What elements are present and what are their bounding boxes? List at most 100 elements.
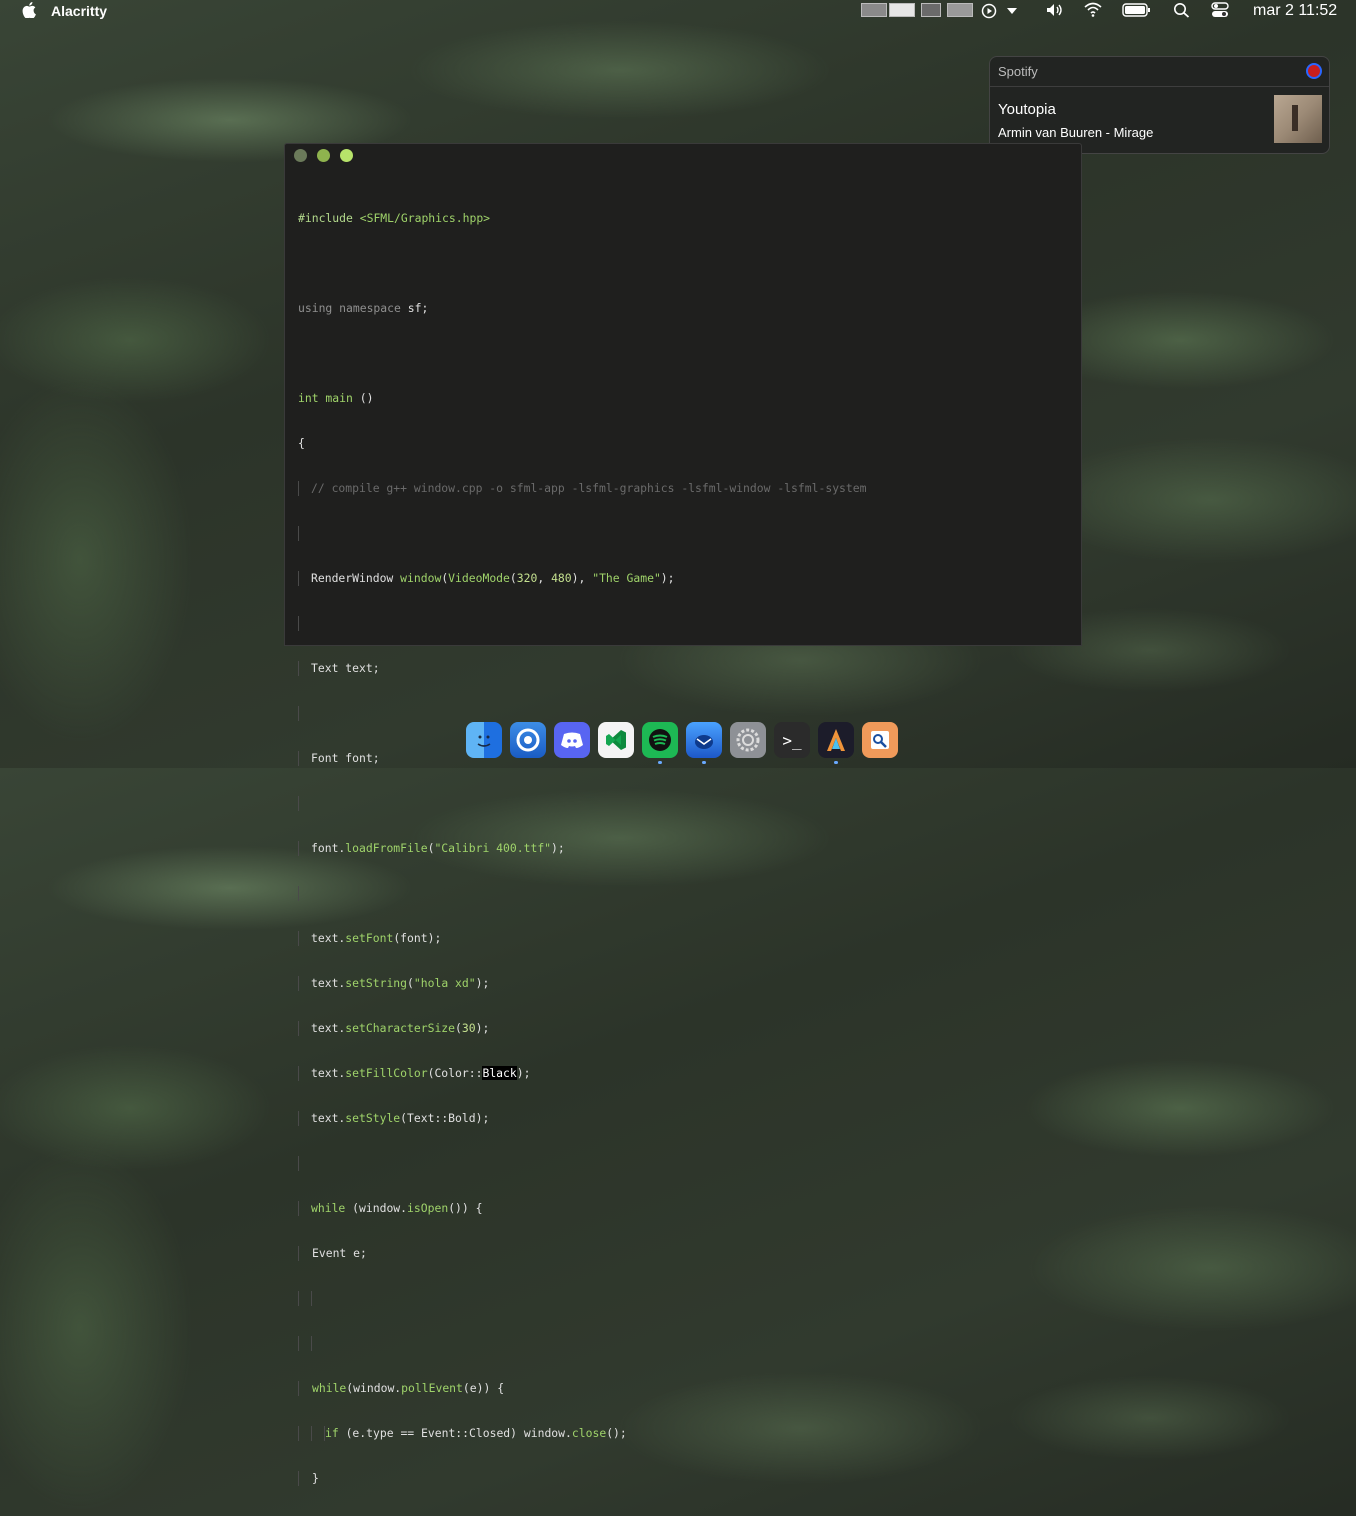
- notification-close-icon[interactable]: [1306, 63, 1322, 79]
- code-token: (e)) {: [462, 1381, 505, 1395]
- alacritty-icon[interactable]: [818, 722, 854, 764]
- code-token: window: [400, 571, 442, 585]
- code-token: setString: [345, 976, 408, 990]
- volume-icon[interactable]: [1045, 1, 1065, 22]
- code-token: Font font;: [311, 751, 380, 765]
- code-line: [298, 706, 866, 721]
- code-token: text.: [311, 1021, 346, 1035]
- code-token: ),: [571, 571, 593, 585]
- code-token: <SFML/Graphics.hpp>: [352, 211, 491, 225]
- code-line: [298, 526, 866, 541]
- zoom-window-button[interactable]: [340, 149, 353, 162]
- code-token: RenderWindow: [311, 571, 401, 585]
- code-line: {: [298, 436, 866, 451]
- notification-body: Armin van Buuren - Mirage: [998, 125, 1154, 140]
- code-token: Text text;: [311, 661, 380, 675]
- system-preferences-icon[interactable]: [730, 722, 766, 758]
- code-line: text.setFont(font);: [298, 931, 866, 946]
- finder-icon[interactable]: [466, 722, 502, 758]
- apple-icon[interactable]: [22, 2, 36, 21]
- wifi-icon[interactable]: [1084, 1, 1102, 22]
- notification-app-name: Spotify: [998, 64, 1038, 79]
- code-line: if (e.type == Event::Closed) window.clos…: [298, 1426, 866, 1441]
- workspace-1[interactable]: [861, 3, 887, 17]
- code-token: ,: [537, 571, 552, 585]
- code-token: while: [312, 1381, 347, 1395]
- code-line: text.setFillColor(Color::Black);: [298, 1066, 866, 1081]
- battery-icon[interactable]: [1122, 1, 1152, 22]
- code-token: text.: [311, 1066, 346, 1080]
- code-token: (: [455, 1021, 462, 1035]
- code-token: setStyle: [345, 1111, 401, 1125]
- workspace-2[interactable]: [889, 3, 915, 17]
- code-line: text.setString("hola xd");: [298, 976, 866, 991]
- code-line: Event e;: [298, 1246, 866, 1261]
- search-icon[interactable]: [1173, 1, 1191, 22]
- code-line: using namespace sf;: [298, 301, 866, 316]
- code-line: text.setStyle(Text::Bold);: [298, 1111, 866, 1126]
- thunderbird-icon[interactable]: [686, 722, 722, 764]
- code-token: }: [312, 1471, 319, 1485]
- code-token: VideoMode: [448, 571, 510, 585]
- code-token: ();: [606, 1426, 627, 1440]
- code-token: (: [509, 571, 517, 585]
- code-token: text.: [311, 931, 346, 945]
- media-play-icon[interactable]: [981, 1, 997, 22]
- code-token: (window.: [345, 1201, 408, 1215]
- code-token: while: [311, 1201, 346, 1215]
- code-token: Event e;: [312, 1246, 367, 1260]
- code-token: (: [407, 976, 414, 990]
- code-token: (: [427, 841, 435, 855]
- code-token: setCharacterSize: [345, 1021, 456, 1035]
- spotify-notification[interactable]: Spotify Youtopia Armin van Buuren - Mira…: [989, 56, 1330, 154]
- code-line: [298, 1291, 866, 1306]
- code-line: text.setCharacterSize(30);: [298, 1021, 866, 1036]
- alacritty-window[interactable]: #include <SFML/Graphics.hpp> using names…: [284, 143, 1082, 1486]
- active-app-name[interactable]: Alacritty: [51, 3, 107, 19]
- code-token: (window.: [346, 1381, 402, 1395]
- workspace-3[interactable]: [921, 3, 941, 17]
- chromium-icon[interactable]: [510, 722, 546, 758]
- code-token: pollEvent: [401, 1381, 463, 1395]
- code-line: // compile g++ window.cpp -o sfml-app -l…: [298, 481, 866, 496]
- workspace-indicator[interactable]: [861, 3, 975, 17]
- code-token: using namespace: [298, 301, 401, 315]
- code-token: setFillColor: [345, 1066, 428, 1080]
- code-token: "Calibri 400.ttf": [434, 841, 552, 855]
- notification-title: Youtopia: [998, 101, 1056, 118]
- workspace-4[interactable]: [947, 3, 973, 17]
- text-cursor-selection: Black: [482, 1066, 517, 1080]
- code-token: (font);: [393, 931, 442, 945]
- control-center-icon[interactable]: [1211, 1, 1229, 22]
- code-line: #include <SFML/Graphics.hpp>: [298, 211, 866, 226]
- vscode-icon[interactable]: [598, 722, 634, 758]
- code-token: ()) {: [448, 1201, 483, 1215]
- menu-bar: Alacritty mar 2 11:52: [0, 0, 1356, 22]
- preview-icon[interactable]: [862, 722, 898, 758]
- discord-icon[interactable]: [554, 722, 590, 758]
- code-token: );: [475, 976, 490, 990]
- terminal-icon[interactable]: >_: [774, 722, 810, 758]
- menu-clock[interactable]: mar 2 11:52: [1253, 2, 1337, 20]
- code-line: }: [298, 1471, 866, 1486]
- code-token: {: [298, 436, 305, 450]
- code-token: );: [551, 841, 565, 855]
- code-editor[interactable]: #include <SFML/Graphics.hpp> using names…: [298, 181, 866, 1516]
- code-line: font.loadFromFile("Calibri 400.ttf");: [298, 841, 866, 856]
- notification-header: Spotify: [990, 57, 1329, 87]
- code-token: if: [325, 1426, 339, 1440]
- close-window-button[interactable]: [294, 149, 307, 162]
- code-token: setFont: [345, 931, 394, 945]
- code-line: while (window.isOpen()) {: [298, 1201, 866, 1216]
- code-token: int: [298, 391, 319, 405]
- code-token: main: [318, 391, 353, 405]
- minimize-window-button[interactable]: [317, 149, 330, 162]
- chevron-down-icon[interactable]: [1005, 1, 1019, 22]
- code-token: "hola xd": [413, 976, 476, 990]
- code-line: Text text;: [298, 661, 866, 676]
- spotify-icon[interactable]: [642, 722, 678, 764]
- code-line: [298, 616, 866, 631]
- code-token: "The Game": [592, 571, 661, 585]
